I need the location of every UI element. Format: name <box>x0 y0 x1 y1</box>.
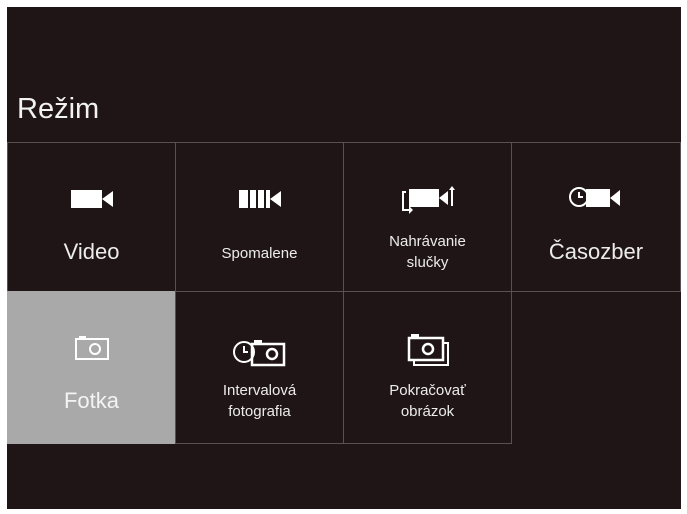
burst-photo-icon <box>344 334 511 366</box>
mode-label: Pokračovať <box>389 382 466 399</box>
mode-tile-slow-motion[interactable]: Spomalene <box>175 142 344 292</box>
timelapse-icon <box>512 183 680 215</box>
bottom-bar <box>7 444 681 509</box>
mode-label: Intervalová <box>222 382 297 399</box>
mode-grid: Video Spomalene Nahrávanie slučky Časozb… <box>7 142 681 444</box>
mode-label: Časozber <box>548 239 644 264</box>
mode-label-line2: obrázok <box>400 403 455 420</box>
slow-motion-icon <box>176 183 343 215</box>
mode-tile-timelapse[interactable]: Časozber <box>511 142 681 292</box>
mode-label: Video <box>63 239 120 264</box>
screen-title: Režim <box>17 93 100 125</box>
interval-photo-icon <box>176 336 343 368</box>
video-camera-icon <box>8 183 175 215</box>
mode-label: Spomalene <box>221 245 298 262</box>
mode-tile-interval-photo[interactable]: Intervalová fotografia <box>175 291 344 444</box>
mode-label: Nahrávanie <box>389 233 466 250</box>
mode-tile-photo[interactable]: Fotka <box>7 291 176 444</box>
mode-tile-burst-photo[interactable]: Pokračovať obrázok <box>343 291 512 444</box>
mode-label: Fotka <box>63 388 120 413</box>
mode-tile-loop-recording[interactable]: Nahrávanie slučky <box>343 142 512 292</box>
mode-label-line2: slučky <box>406 254 449 271</box>
photo-camera-icon <box>8 332 175 364</box>
mode-tile-video[interactable]: Video <box>7 142 176 292</box>
mode-screen: Režim Video Spomalene Nahrávanie slučky … <box>7 7 681 509</box>
grid-divider <box>511 291 681 292</box>
loop-recording-icon <box>344 183 511 215</box>
mode-label-line2: fotografia <box>228 403 291 420</box>
